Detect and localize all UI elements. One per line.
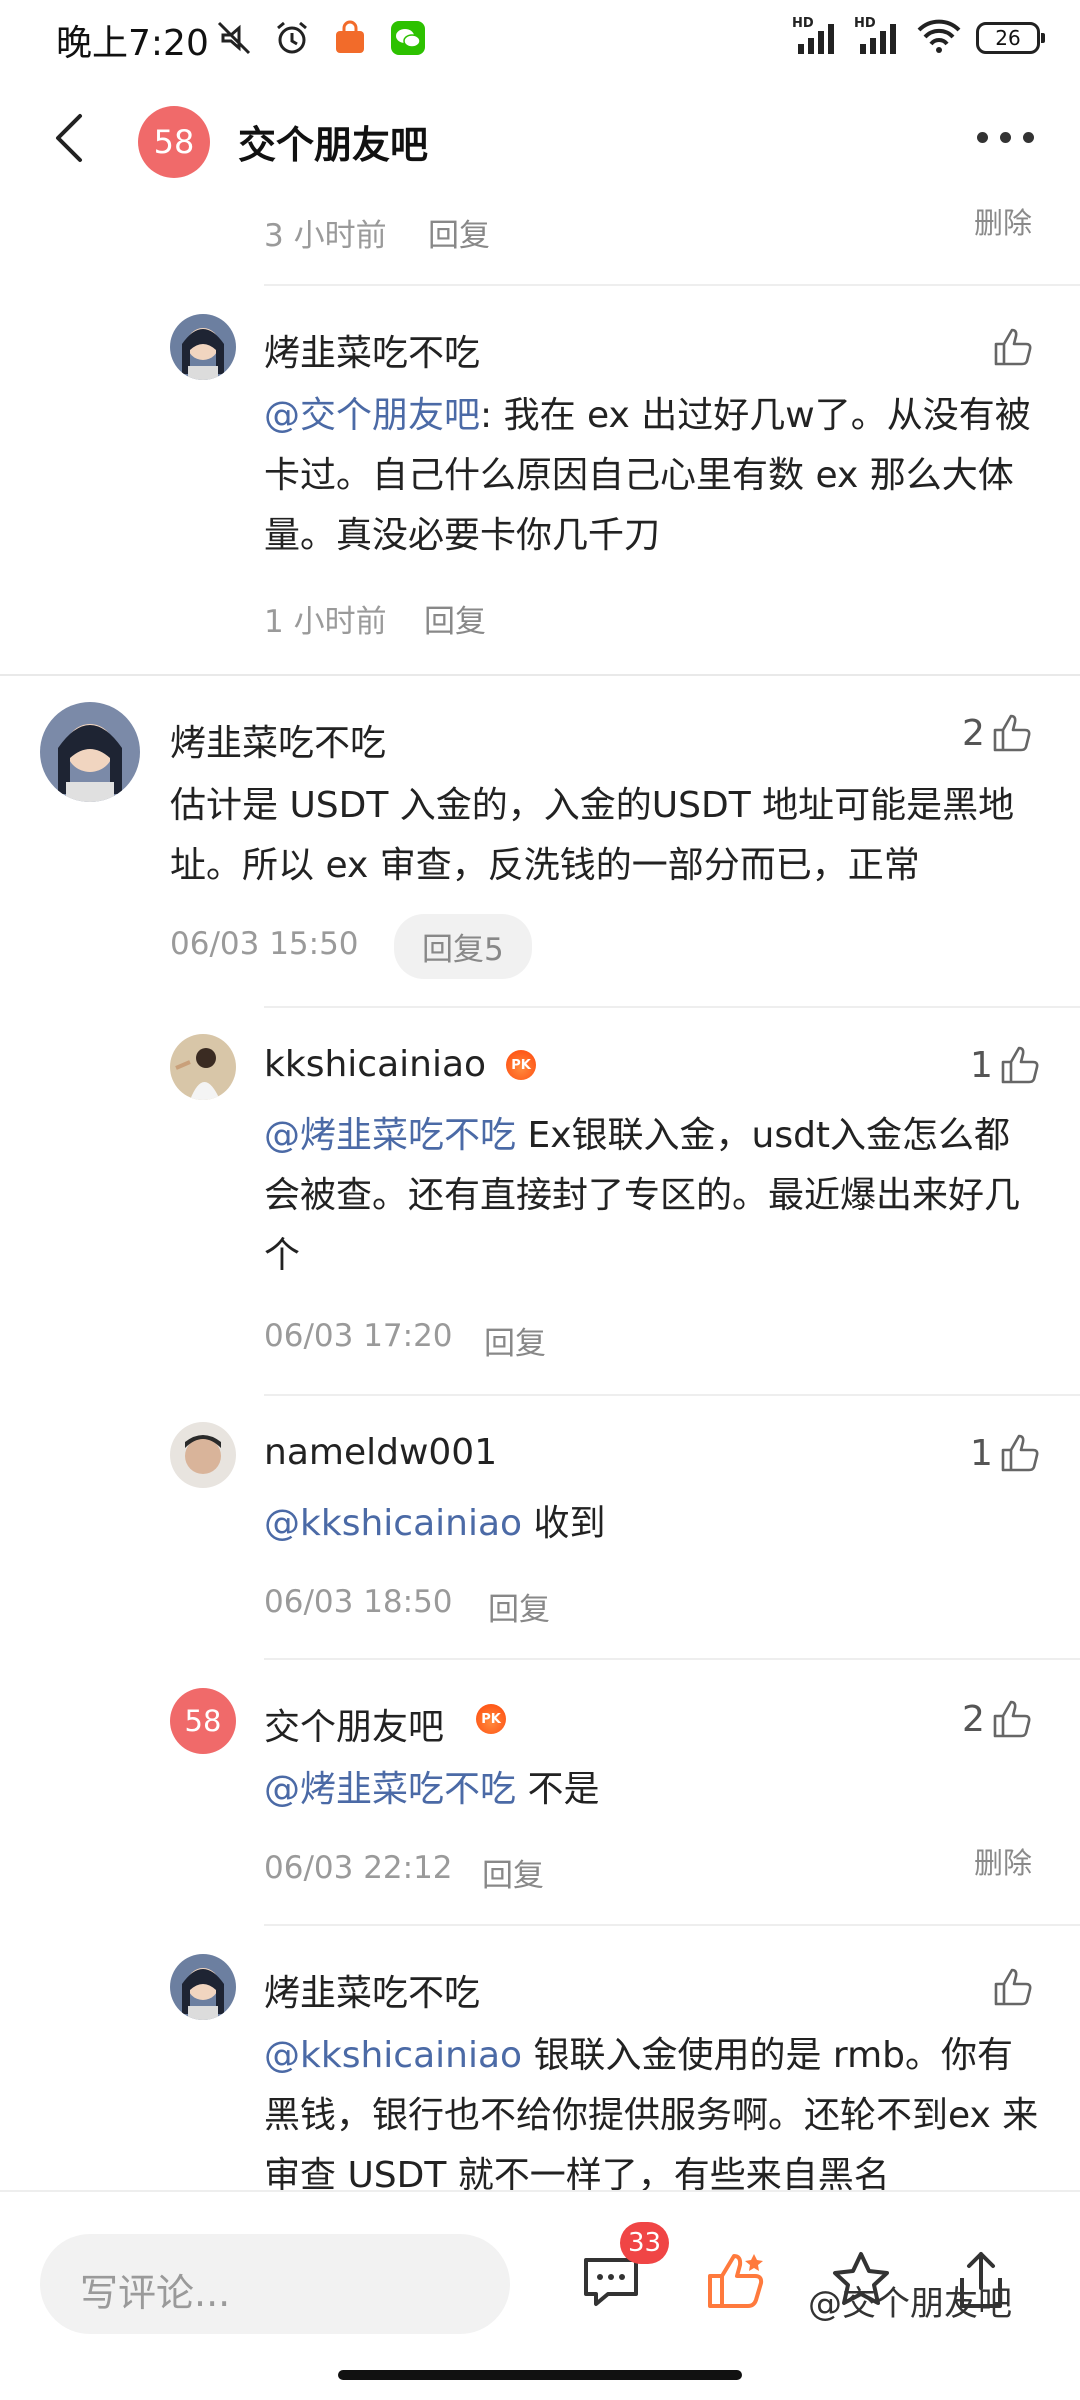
comment-input[interactable]: 写评论... [40,2234,510,2334]
like-post-button[interactable] [702,2246,772,2316]
like-count: 1 [970,1432,993,1474]
divider [264,1924,1080,1926]
divider [264,1658,1080,1660]
thumbs-up-icon [994,1968,1032,2006]
signal-label: HD [792,16,814,31]
comment-count-badge: 33 [620,2222,670,2264]
thumbs-up-icon [1001,1046,1039,1084]
group-avatar[interactable]: 58 [138,106,210,178]
divider [264,1394,1080,1396]
battery-icon: 26 [976,22,1045,54]
thumbs-up-icon [994,328,1032,366]
avatar[interactable] [170,1954,236,2020]
delete-button[interactable]: 删除 [974,1840,1032,1882]
commenter-name[interactable]: nameldw001 [264,1432,497,1473]
comment-time: 06/03 22:12 [264,1850,453,1886]
signal-icon: HD [792,16,840,56]
like-button[interactable]: 1 [970,1044,1041,1086]
mention-link[interactable]: @kkshicainiao [264,1503,522,1544]
comment-body: @交个朋友吧: 我在 ex 出过好几w了。从没有被卡过。自己什么原因自己心里有数… [264,386,1044,566]
comment-thread: 3 小时前 回复 删除 烤韭菜吃不吃 @交个朋友吧: 我在 ex 出过好几w了。… [0,198,1080,2190]
reply-button[interactable]: 回复 [482,1850,544,1895]
view-replies-button[interactable]: 回复5 [394,914,532,979]
pk-badge-icon: PK [506,1050,536,1080]
back-button[interactable] [44,108,104,168]
wechat-icon [388,18,428,58]
status-notification-icons [214,18,428,58]
watermark: @交个朋友吧 [808,2284,1012,2324]
mention-link[interactable]: @烤韭菜吃不吃 [264,1115,516,1156]
commenter-name[interactable]: kkshicainiao [264,1044,486,1085]
like-button[interactable]: 1 [970,1432,1041,1474]
reply-button[interactable]: 回复 [484,1318,546,1363]
mention-link[interactable]: @烤韭菜吃不吃 [264,1769,516,1810]
like-button[interactable] [992,1966,1034,2012]
commenter-name[interactable]: 烤韭菜吃不吃 [170,714,386,766]
reply-button[interactable]: 回复 [428,210,490,255]
commenter-name[interactable]: 交个朋友吧 [264,1698,444,1750]
comment-body: @烤韭菜吃不吃 不是 [264,1760,1080,1820]
avatar[interactable]: 58 [170,1688,236,1754]
status-bar: 晚上7:20 HD HD 26 [0,0,1080,78]
divider [0,674,1080,676]
status-time: 晚上7:20 [56,23,209,64]
comment-time: 06/03 18:50 [264,1584,453,1620]
thumbs-up-icon [993,1700,1031,1738]
status-system-icons: HD HD 26 [792,16,1045,58]
comment-time: 06/03 15:50 [170,926,359,962]
comment-time: 06/03 17:20 [264,1318,453,1354]
signal-label-2: HD [854,16,876,31]
mention-link[interactable]: @kkshicainiao [264,2035,522,2076]
alarm-icon [272,18,312,58]
like-count: 2 [962,712,985,754]
comment-time: 1 小时前 [264,604,387,640]
divider [264,284,1080,286]
thumbs-up-icon [1001,1434,1039,1472]
comment-body: @kkshicainiao 收到 [264,1494,1080,1554]
thumbs-up-icon [993,714,1031,752]
delete-button[interactable]: 删除 [974,200,1032,242]
comment-text: 收到 [522,1503,606,1544]
page-title[interactable]: 交个朋友吧 [238,114,428,169]
home-indicator[interactable] [338,2370,742,2380]
like-count: 1 [970,1044,993,1086]
reply-button[interactable]: 回复 [424,596,486,641]
reply-button[interactable]: 回复 [488,1584,550,1629]
avatar[interactable] [40,702,140,802]
comment-body: 估计是 USDT 入金的，入金的USDT 地址可能是黑地址。所以 ex 审查，反… [170,785,1015,886]
avatar[interactable] [170,1034,236,1100]
thumbs-up-icon [708,2254,764,2308]
like-button[interactable]: 2 [962,1698,1033,1740]
pk-badge-icon: PK [476,1704,506,1734]
like-button[interactable] [992,326,1034,372]
commenter-name[interactable]: 烤韭菜吃不吃 [264,324,480,376]
divider [264,1006,1080,1008]
shopping-app-icon [330,18,370,58]
mute-icon [214,18,254,58]
comment-time: 3 小时前 [264,218,387,254]
avatar[interactable] [170,1422,236,1488]
comment-body: @烤韭菜吃不吃 Ex银联入金，usdt入金怎么都会被查。还有直接封了专区的。最近… [264,1106,1044,1286]
top-app-bar: 58 交个朋友吧 [0,78,1080,198]
like-button[interactable]: 2 [962,712,1033,754]
more-options-button[interactable] [970,122,1040,152]
comment-text: 不是 [516,1769,600,1810]
comment-body: @kkshicainiao 银联入金使用的是 rmb。你有黑钱，银行也不给你提供… [264,2026,1044,2190]
like-count: 2 [962,1698,985,1740]
avatar[interactable] [170,314,236,380]
signal-icon-2: HD [854,16,902,56]
chevron-left-icon [56,114,82,162]
mention-link[interactable]: @交个朋友吧 [264,395,480,436]
commenter-name[interactable]: 烤韭菜吃不吃 [264,1964,480,2016]
comment-placeholder: 写评论... [80,2271,231,2315]
wifi-icon [916,18,962,58]
